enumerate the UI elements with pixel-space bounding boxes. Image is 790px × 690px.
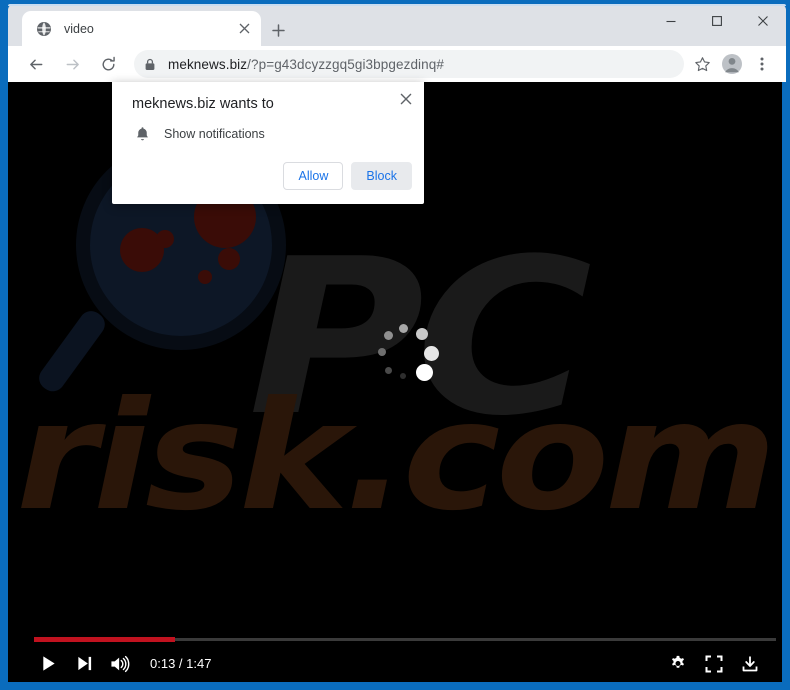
forward-arrow-icon[interactable]: [58, 50, 86, 78]
new-tab-button[interactable]: [266, 18, 290, 42]
url-text: meknews.biz/?p=g43dcyzzgq5gi3bpgezdinq#: [168, 57, 444, 72]
browser-toolbar: meknews.biz/?p=g43dcyzzgq5gi3bpgezdinq#: [8, 46, 786, 82]
loading-spinner: [369, 322, 441, 394]
video-control-bar: 0:13 / 1:47: [8, 645, 782, 682]
spinner-dot: [385, 367, 392, 374]
progress-fill: [34, 637, 175, 642]
tab-close-icon[interactable]: [235, 20, 253, 38]
url-path: /?p=g43dcyzzgq5gi3bpgezdinq#: [247, 56, 444, 72]
volume-button[interactable]: [102, 649, 138, 679]
spinner-dot: [416, 328, 428, 340]
bell-icon: [132, 124, 152, 144]
spinner-dot: [399, 324, 408, 333]
minimize-button[interactable]: [648, 4, 694, 38]
dialog-close-icon[interactable]: [394, 87, 418, 111]
permission-row: Show notifications: [132, 124, 265, 144]
star-icon[interactable]: [688, 50, 716, 78]
spinner-dot: [378, 348, 386, 356]
allow-button[interactable]: Allow: [283, 162, 344, 190]
reload-icon[interactable]: [94, 50, 122, 78]
avatar-icon[interactable]: [718, 50, 746, 78]
url-host: meknews.biz: [168, 56, 248, 72]
settings-button[interactable]: [660, 649, 696, 679]
globe-icon: [36, 21, 52, 37]
dialog-title: meknews.biz wants to: [132, 96, 274, 112]
video-progress-bar[interactable]: [8, 637, 782, 642]
address-bar[interactable]: meknews.biz/?p=g43dcyzzgq5gi3bpgezdinq#: [134, 50, 684, 78]
browser-window: video meknews.biz/?p=g43dcyzzgq5gi3bpgez…: [0, 0, 790, 690]
block-button[interactable]: Block: [351, 162, 412, 190]
browser-tab-video[interactable]: video: [22, 11, 261, 46]
next-track-button[interactable]: [66, 649, 102, 679]
lock-icon[interactable]: [138, 52, 162, 76]
maximize-button[interactable]: [694, 4, 740, 38]
notification-permission-dialog: meknews.biz wants to Show notifications …: [112, 82, 424, 204]
back-arrow-icon[interactable]: [22, 50, 50, 78]
spinner-dot: [416, 364, 433, 381]
window-controls: [648, 4, 786, 38]
play-button[interactable]: [30, 649, 66, 679]
time-display: 0:13 / 1:47: [150, 656, 212, 671]
watermark-text-risk: risk.com: [16, 370, 777, 544]
watermark-dot: [120, 228, 164, 272]
title-bar: video: [8, 4, 786, 46]
dialog-actions: Allow Block: [283, 162, 412, 190]
permission-label: Show notifications: [164, 127, 265, 141]
fullscreen-button[interactable]: [696, 649, 732, 679]
spinner-dot: [424, 346, 439, 361]
spinner-dot: [384, 331, 393, 340]
watermark-dot: [218, 248, 240, 270]
three-dot-menu-icon[interactable]: [748, 50, 776, 78]
watermark-dot: [198, 270, 212, 284]
watermark-dot: [156, 230, 174, 248]
download-button[interactable]: [732, 649, 768, 679]
spinner-dot: [400, 373, 406, 379]
tab-title: video: [64, 21, 94, 36]
close-button[interactable]: [740, 4, 786, 38]
magnifier-handle: [34, 306, 110, 397]
